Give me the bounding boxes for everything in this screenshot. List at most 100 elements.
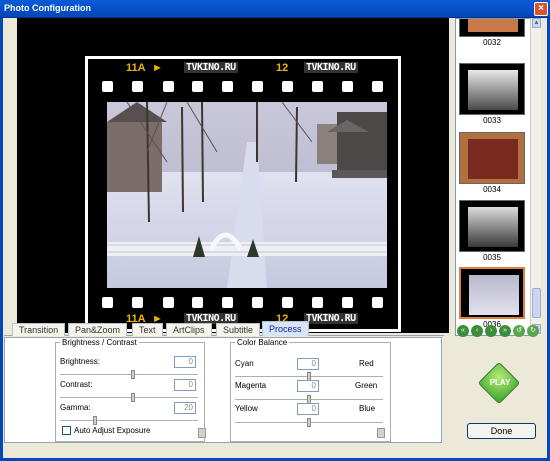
thumbnail-item[interactable]: 0032: [459, 19, 525, 47]
magenta-green-slider[interactable]: [235, 395, 383, 404]
film-numbers-top: 11A ► TVKINO.RU 12 TVKINO.RU: [88, 62, 398, 74]
sprocket-hole: [132, 297, 143, 308]
sprocket-hole: [252, 297, 263, 308]
previous-icon[interactable]: ‹: [471, 325, 483, 337]
thumbnail-nav: « ‹ › » ↺ ↻: [457, 325, 547, 339]
film-strip: 11A ► TVKINO.RU 12 TVKINO.RU 11A ► TVKIN…: [85, 56, 401, 332]
thumbnail-image: [459, 19, 525, 37]
yellow-blue-slider-knob[interactable]: [307, 418, 311, 427]
gamma-slider-knob[interactable]: [93, 416, 97, 425]
cyan-red-value-field[interactable]: 0: [297, 358, 319, 370]
sprocket-hole: [342, 297, 353, 308]
rotate-left-icon[interactable]: ↺: [513, 325, 525, 337]
frame-arrow: ►: [152, 62, 163, 74]
tab-text[interactable]: Text: [132, 323, 163, 336]
sprocket-hole: [102, 297, 113, 308]
sprocket-hole: [282, 81, 293, 92]
preview-photo: [107, 102, 387, 288]
green-label: Green: [355, 381, 378, 390]
window-title: Photo Configuration: [4, 3, 91, 13]
brightness-slider-knob[interactable]: [131, 370, 135, 379]
thumbnail-label: 0035: [483, 253, 501, 262]
next-icon[interactable]: ›: [485, 325, 497, 337]
color-reset-button[interactable]: [377, 428, 385, 438]
sprocket-hole: [102, 81, 113, 92]
thumbnail-scrollbar[interactable]: ▲ ▼: [530, 18, 541, 336]
thumbnail-label: 0032: [483, 38, 501, 47]
yellow-blue-slider[interactable]: [235, 418, 383, 427]
tab-artclips[interactable]: ArtClips: [166, 323, 212, 336]
contrast-label: Contrast:: [60, 380, 93, 389]
film-brand: TVKINO.RU: [304, 62, 358, 73]
tab-process[interactable]: Process: [262, 321, 309, 336]
sprocket-hole: [252, 81, 263, 92]
color-balance-legend: Color Balance: [237, 338, 288, 347]
thumbnail-item[interactable]: 0033: [459, 63, 525, 125]
thumbnail-image: [459, 200, 525, 252]
magenta-label: Magenta: [235, 381, 267, 390]
tab-subtitle[interactable]: Subtitle: [216, 323, 261, 336]
thumbnail-label: 0033: [483, 116, 501, 125]
title-bar: Photo Configuration ×: [0, 0, 550, 18]
frame-number-left: 11A: [126, 62, 146, 74]
frame-number-right: 12: [276, 62, 289, 74]
auto-adjust-checkbox[interactable]: [62, 426, 71, 435]
play-label[interactable]: PLAY: [488, 378, 512, 387]
tab-transition[interactable]: Transition: [12, 323, 66, 336]
sprocket-hole: [163, 297, 174, 308]
cyan-red-slider[interactable]: [235, 372, 383, 381]
gamma-label: Gamma:: [60, 403, 91, 412]
thumbnail-image: [459, 63, 525, 115]
yellow-label: Yellow: [235, 404, 258, 413]
preview-area: 11A ► TVKINO.RU 12 TVKINO.RU 11A ► TVKIN…: [17, 18, 449, 333]
thumbnail-item[interactable]: 0034: [459, 132, 525, 194]
tab-panzoom[interactable]: Pan&Zoom: [68, 323, 128, 336]
brightness-contrast-legend: Brightness / Contrast: [62, 338, 137, 347]
reset-button[interactable]: [198, 428, 206, 438]
thumbnail-item[interactable]: 0035: [459, 200, 525, 262]
color-balance-group: Color Balance Cyan 0 Red Magenta 0 Green…: [230, 338, 391, 442]
yellow-blue-value-field[interactable]: 0: [297, 403, 319, 415]
magenta-green-value-field[interactable]: 0: [297, 380, 319, 392]
gamma-slider[interactable]: [60, 416, 198, 425]
contrast-value-field[interactable]: 0: [174, 379, 196, 391]
brightness-value-field[interactable]: 0: [174, 356, 196, 368]
cyan-label: Cyan: [235, 359, 254, 368]
thumbnail-image: [459, 132, 525, 184]
contrast-slider-knob[interactable]: [131, 393, 135, 402]
scroll-up-arrow[interactable]: ▲: [532, 18, 541, 28]
thumbnail-label: 0034: [483, 185, 501, 194]
sprocket-hole: [222, 81, 233, 92]
sprocket-hole: [282, 297, 293, 308]
sprocket-hole: [192, 81, 203, 92]
last-icon[interactable]: »: [499, 325, 511, 337]
sprocket-hole: [372, 81, 383, 92]
brightness-label: Brightness:: [60, 357, 101, 366]
film-brand: TVKINO.RU: [184, 62, 238, 73]
auto-adjust-label: Auto Adjust Exposure: [74, 426, 151, 435]
red-label: Red: [359, 359, 374, 368]
thumbnail-list[interactable]: 0032 0033 0034 0035 0036: [455, 18, 541, 336]
process-panel: Brightness / Contrast Brightness: 0 Cont…: [4, 337, 442, 443]
gamma-value-field[interactable]: 20: [174, 402, 196, 414]
thumbnail-item-selected[interactable]: 0036: [459, 267, 525, 329]
sprocket-hole: [342, 81, 353, 92]
contrast-slider[interactable]: [60, 393, 198, 402]
tab-bar: Transition Pan&Zoom Text ArtClips Subtit…: [4, 321, 444, 336]
sprocket-hole: [192, 297, 203, 308]
brightness-contrast-group: Brightness / Contrast Brightness: 0 Cont…: [55, 338, 206, 442]
thumbnail-image: [459, 267, 525, 319]
sprocket-hole: [372, 297, 383, 308]
brightness-slider[interactable]: [60, 370, 198, 379]
rotate-right-icon[interactable]: ↻: [527, 325, 539, 337]
scroll-thumb[interactable]: [532, 288, 541, 318]
blue-label: Blue: [359, 404, 376, 413]
first-icon[interactable]: «: [457, 325, 469, 337]
sprocket-hole: [222, 297, 233, 308]
sprocket-hole: [163, 81, 174, 92]
done-button[interactable]: Done: [467, 423, 536, 439]
close-button[interactable]: ×: [534, 2, 548, 16]
sprocket-hole: [312, 297, 323, 308]
sprocket-hole: [132, 81, 143, 92]
sprocket-hole: [312, 81, 323, 92]
